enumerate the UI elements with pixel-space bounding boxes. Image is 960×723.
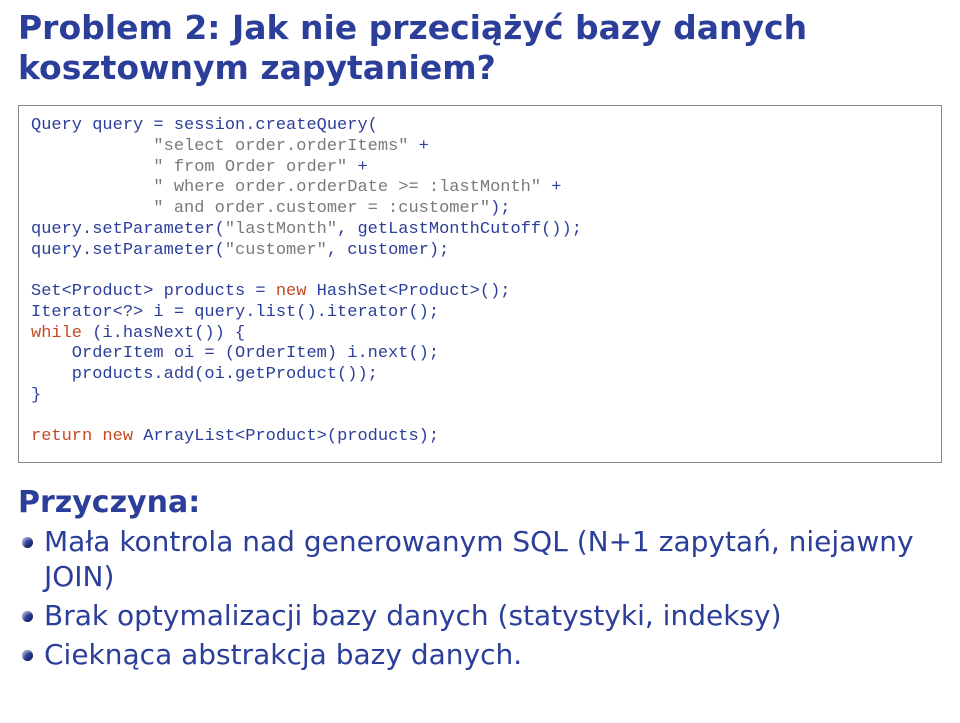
code-string: " and order.customer = :customer" bbox=[31, 199, 490, 218]
code-text: query.setParameter( bbox=[31, 241, 225, 260]
code-text: ArrayList<Product>(products); bbox=[133, 427, 439, 446]
code-string: "select order.orderItems" bbox=[31, 137, 408, 156]
code-keyword: new bbox=[276, 282, 307, 301]
list-item: Cieknąca abstrakcja bazy danych. bbox=[44, 637, 942, 672]
code-text: OrderItem oi = (OrderItem) i.next(); bbox=[31, 344, 439, 363]
code-text: (i.hasNext()) { bbox=[82, 324, 245, 343]
code-text: query.setParameter( bbox=[31, 220, 225, 239]
code-text: ); bbox=[490, 199, 510, 218]
code-string: "lastMonth" bbox=[225, 220, 337, 239]
code-text: } bbox=[31, 386, 41, 405]
code-string: " where order.orderDate >= :lastMonth" bbox=[31, 178, 541, 197]
code-text: HashSet<Product>(); bbox=[306, 282, 510, 301]
code-text bbox=[92, 427, 102, 446]
code-text: Iterator<?> i = query.list().iterator(); bbox=[31, 303, 439, 322]
slide-title: Problem 2: Jak nie przeciążyć bazy danyc… bbox=[18, 8, 942, 87]
code-text: + bbox=[347, 158, 367, 177]
code-line: Query query = session.createQuery( bbox=[31, 116, 378, 135]
code-keyword: while bbox=[31, 324, 82, 343]
code-text: + bbox=[408, 137, 428, 156]
code-keyword: return bbox=[31, 427, 92, 446]
code-text: products.add(oi.getProduct()); bbox=[31, 365, 378, 384]
list-item: Brak optymalizacji bazy danych (statysty… bbox=[44, 598, 942, 633]
cause-heading: Przyczyna: bbox=[18, 485, 942, 520]
code-block: Query query = session.createQuery( "sele… bbox=[18, 105, 942, 463]
list-item: Mała kontrola nad generowanym SQL (N+1 z… bbox=[44, 524, 942, 594]
code-text: , getLastMonthCutoff()); bbox=[337, 220, 582, 239]
code-string: "customer" bbox=[225, 241, 327, 260]
code-text: , customer); bbox=[327, 241, 449, 260]
code-string: " from Order order" bbox=[31, 158, 347, 177]
code-keyword: new bbox=[102, 427, 133, 446]
code-text: + bbox=[541, 178, 561, 197]
code-text: Set<Product> products = bbox=[31, 282, 276, 301]
cause-list: Mała kontrola nad generowanym SQL (N+1 z… bbox=[18, 524, 942, 672]
